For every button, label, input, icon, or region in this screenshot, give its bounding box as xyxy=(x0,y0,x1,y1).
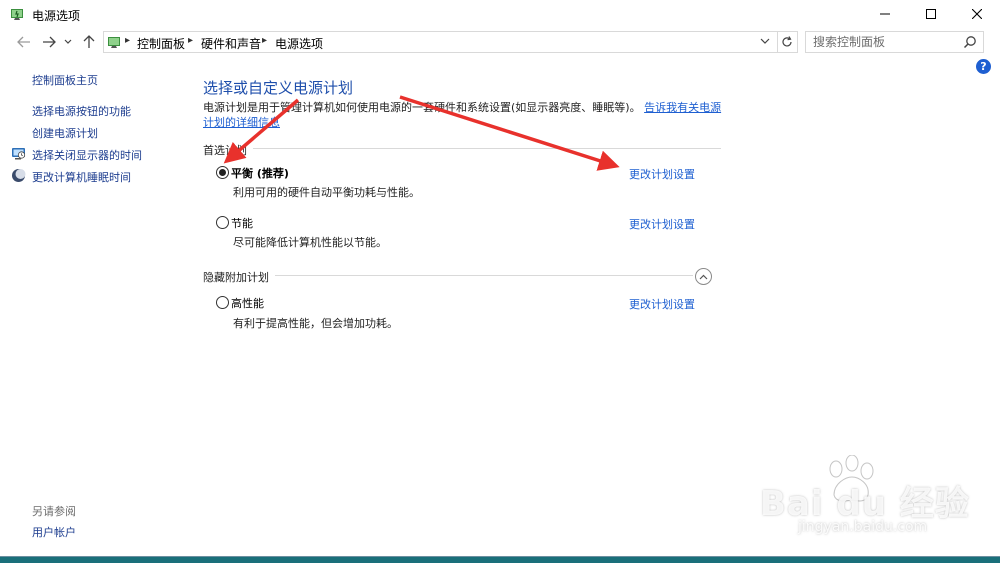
plan-high-performance-change-settings-link[interactable]: 更改计划设置 xyxy=(629,296,695,312)
breadcrumb-control-panel[interactable]: 控制面板 xyxy=(137,35,185,52)
chevron-down-icon xyxy=(760,38,770,44)
help-button[interactable]: ? xyxy=(976,59,991,74)
plan-power-saver-name[interactable]: 节能 xyxy=(231,215,253,231)
refresh-icon xyxy=(782,36,792,47)
plan-power-saver-description: 尽可能降低计算机性能以节能。 xyxy=(233,236,387,249)
breadcrumb-hardware-sound[interactable]: 硬件和声音 xyxy=(201,35,261,52)
plan-balanced-description: 利用可用的硬件自动平衡功耗与性能。 xyxy=(233,186,420,199)
see-also-heading: 另请参阅 xyxy=(32,505,76,518)
description-text: 电源计划是用于管理计算机如何使用电源的一套硬件和系统设置(如显示器亮度、睡眠等)… xyxy=(203,101,641,114)
plan-balanced-radio[interactable] xyxy=(216,166,229,179)
breadcrumb-separator-icon[interactable]: ▸ xyxy=(188,35,193,46)
arrow-right-icon xyxy=(43,36,56,48)
breadcrumb-separator-icon[interactable]: ▸ xyxy=(262,35,267,46)
arrow-up-icon xyxy=(83,35,95,48)
sidebar-control-panel-home[interactable]: 控制面板主页 xyxy=(32,72,98,88)
page-description: 电源计划是用于管理计算机如何使用电源的一套硬件和系统设置(如显示器亮度、睡眠等)… xyxy=(203,100,723,130)
sidebar-item-sleep-time[interactable]: 更改计算机睡眠时间 xyxy=(32,169,131,185)
search-icon[interactable] xyxy=(963,35,977,49)
preferred-plans-heading: 首选计划 xyxy=(203,142,253,158)
plan-high-performance-description: 有利于提高性能，但会增加功耗。 xyxy=(233,317,398,330)
breadcrumb-separator-icon: ▸ xyxy=(125,35,131,46)
power-options-location-icon xyxy=(108,37,120,48)
plan-balanced-name[interactable]: 平衡 (推荐) xyxy=(231,165,289,181)
arrow-left-icon xyxy=(17,36,30,48)
address-dropdown-button[interactable] xyxy=(760,34,774,48)
maximize-button[interactable] xyxy=(908,0,954,28)
power-options-app-icon xyxy=(11,9,23,20)
baidu-jingyan-watermark: Bai du 经验 xyxy=(760,484,970,524)
minimize-icon xyxy=(880,13,890,15)
title-bar: 电源选项 xyxy=(0,0,1000,28)
plan-high-performance-radio[interactable] xyxy=(216,296,229,309)
address-bar[interactable]: ▸ 控制面板 ▸ 硬件和声音 ▸ 电源选项 xyxy=(103,31,778,53)
sidebar-item-user-accounts[interactable]: 用户帐户 xyxy=(32,524,76,540)
page-title: 选择或自定义电源计划 xyxy=(203,79,354,97)
chevron-down-icon xyxy=(64,39,72,44)
breadcrumb-power-options[interactable]: 电源选项 xyxy=(275,35,323,52)
window-title: 电源选项 xyxy=(32,9,81,23)
hidden-plans-divider xyxy=(203,275,693,276)
plan-power-saver-radio[interactable] xyxy=(216,216,229,229)
sidebar-item-create-plan[interactable]: 创建电源计划 xyxy=(32,125,98,141)
hidden-plans-collapse-button[interactable] xyxy=(695,268,712,285)
monitor-icon xyxy=(12,148,26,160)
recent-locations-button[interactable] xyxy=(62,33,74,51)
refresh-button[interactable] xyxy=(777,31,798,53)
plan-balanced-change-settings-link[interactable]: 更改计划设置 xyxy=(629,166,695,182)
preferred-plans-divider xyxy=(203,148,721,149)
chevron-up-icon xyxy=(699,274,708,279)
watermark-url: jingyan.baidu.com xyxy=(798,519,928,535)
minimize-button[interactable] xyxy=(862,0,908,28)
search-input[interactable] xyxy=(806,32,963,52)
sidebar-item-power-button[interactable]: 选择电源按钮的功能 xyxy=(32,103,131,119)
close-icon xyxy=(972,9,982,19)
search-box[interactable] xyxy=(805,31,984,53)
plan-power-saver-change-settings-link[interactable]: 更改计划设置 xyxy=(629,216,695,232)
plan-high-performance-name[interactable]: 高性能 xyxy=(231,295,264,311)
back-button[interactable] xyxy=(14,33,34,51)
hidden-plans-heading: 隐藏附加计划 xyxy=(203,269,275,285)
maximize-icon xyxy=(926,9,936,19)
close-button[interactable] xyxy=(954,0,1000,28)
moon-icon xyxy=(12,169,26,182)
forward-button[interactable] xyxy=(39,33,59,51)
sidebar-item-display-off-time[interactable]: 选择关闭显示器的时间 xyxy=(32,147,142,163)
up-button[interactable] xyxy=(79,33,99,51)
